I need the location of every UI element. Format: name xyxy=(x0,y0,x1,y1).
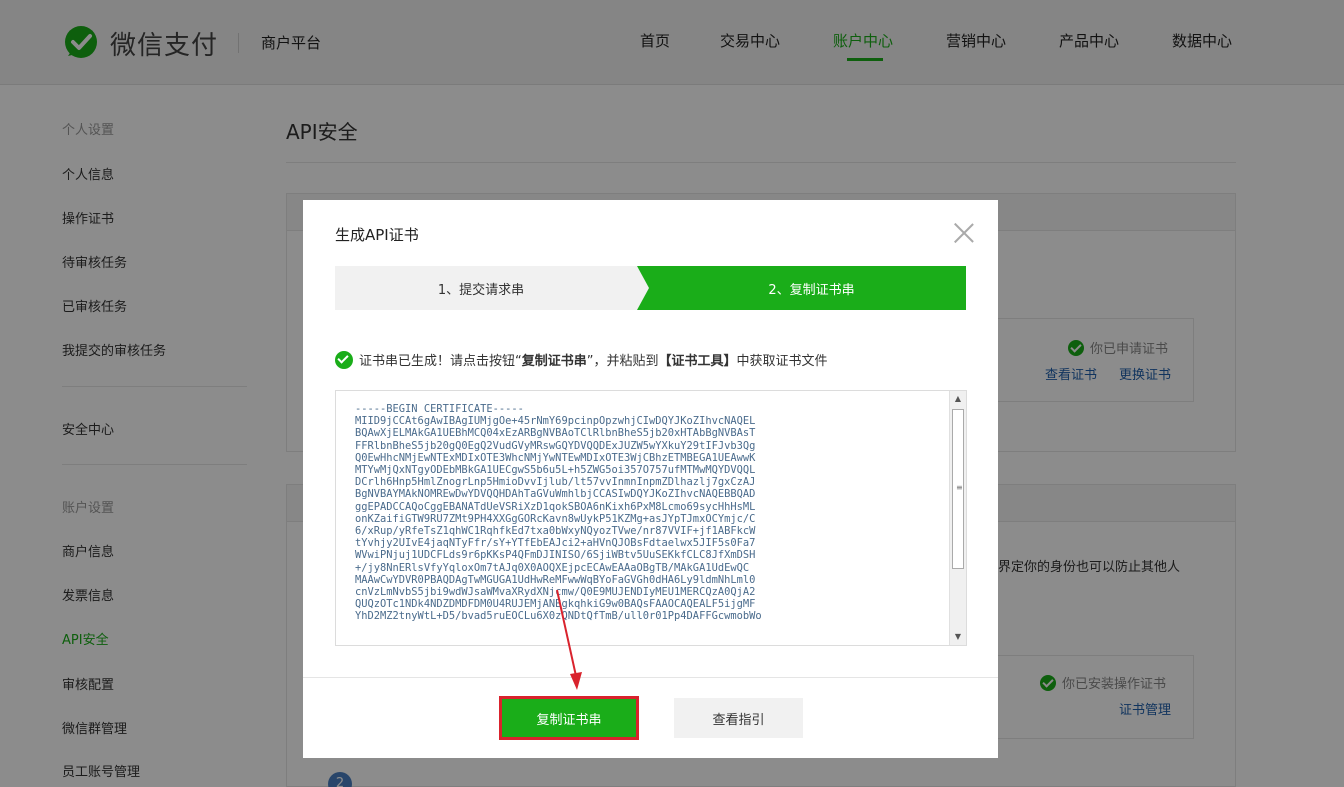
close-icon[interactable] xyxy=(953,222,975,244)
cert-scrollbar[interactable]: ▲ ≡ ▼ xyxy=(949,391,966,645)
scroll-up-arrow-icon[interactable]: ▲ xyxy=(950,391,966,407)
cert-string-text: -----BEGIN CERTIFICATE----- MIID9jCCAt6g… xyxy=(355,403,762,623)
step-indicator: 1、提交请求串 2、复制证书串 xyxy=(335,266,966,310)
step-arrow xyxy=(637,266,649,310)
view-guide-button[interactable]: 查看指引 xyxy=(674,698,803,738)
notice-copy-label: 复制证书串 xyxy=(521,354,587,369)
scroll-grip-icon: ≡ xyxy=(956,483,963,492)
cert-string-textarea[interactable]: -----BEGIN CERTIFICATE----- MIID9jCCAt6g… xyxy=(335,390,967,646)
notice-tool-label: 【证书工具】 xyxy=(658,354,737,369)
step-submit-request: 1、提交请求串 xyxy=(335,266,637,310)
success-check-icon xyxy=(335,351,353,369)
scroll-thumb[interactable]: ≡ xyxy=(952,409,964,569)
success-notice: 证书串已生成！请点击按钮“复制证书串”，并粘贴到【证书工具】中获取证书文件 xyxy=(335,350,828,369)
scroll-down-arrow-icon[interactable]: ▼ xyxy=(950,629,966,645)
dialog-title: 生成API证书 xyxy=(335,226,419,244)
dialog-footer-divider xyxy=(303,677,998,678)
copy-cert-button[interactable]: 复制证书串 xyxy=(499,696,639,740)
generate-api-cert-dialog: 生成API证书 1、提交请求串 2、复制证书串 证书串已生成！请点击按钮“复制证… xyxy=(303,200,998,758)
step-copy-cert: 2、复制证书串 xyxy=(637,266,966,310)
